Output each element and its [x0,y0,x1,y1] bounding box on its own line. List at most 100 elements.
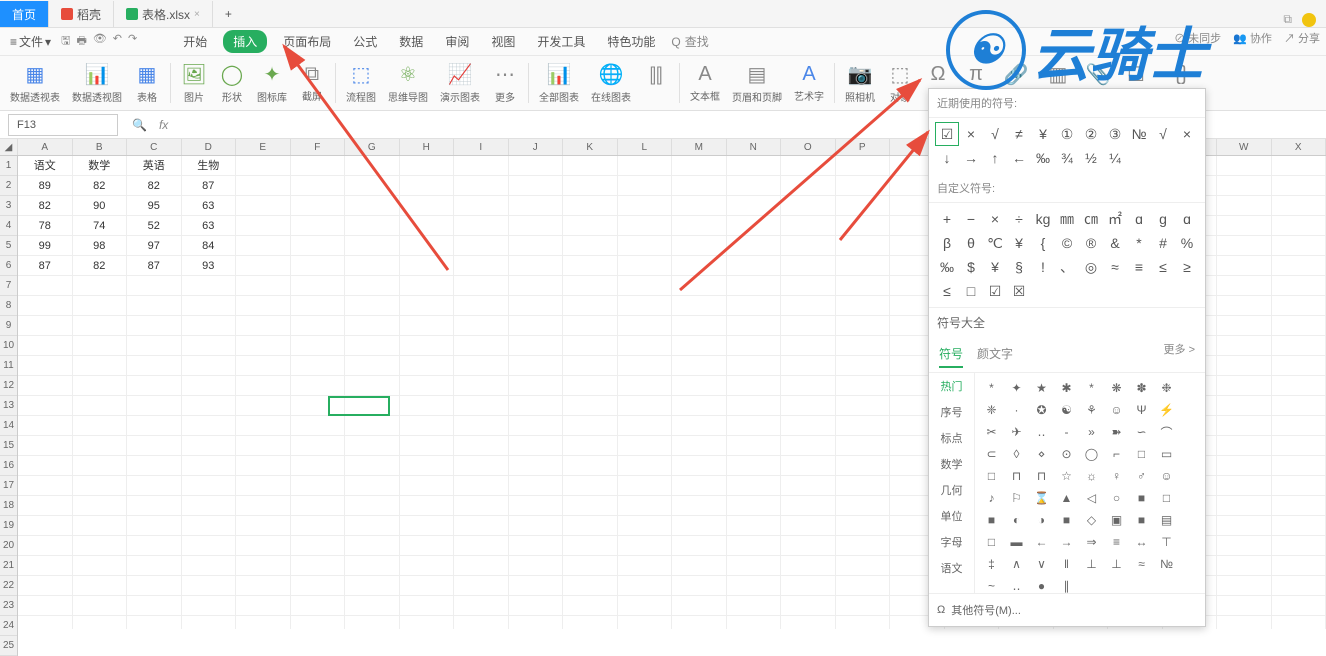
btn-camera[interactable]: 📷照相机 [841,60,879,106]
cell[interactable] [672,556,727,576]
custom-symbol[interactable]: ‰ [935,255,959,279]
cell[interactable] [727,436,782,456]
cell[interactable] [781,216,836,236]
cell[interactable] [454,296,509,316]
btn-screenshot[interactable]: ⧉截屏 [295,61,329,105]
row-header[interactable]: 18 [0,496,17,516]
cell[interactable] [18,416,73,436]
cell[interactable]: 95 [127,196,182,216]
cell[interactable] [182,416,237,436]
cell[interactable] [836,396,891,416]
cell[interactable] [236,216,291,236]
cell[interactable] [345,616,400,629]
cell[interactable] [454,216,509,236]
grid-symbol[interactable]: → [1054,531,1079,553]
cell[interactable] [1272,416,1326,436]
grid-symbol[interactable]: ☺ [1104,399,1129,421]
cell[interactable] [1272,616,1326,629]
grid-symbol[interactable]: ⌛ [1029,487,1054,509]
cell[interactable] [563,516,618,536]
grid-symbol[interactable]: ⊙ [1054,443,1079,465]
cell[interactable] [236,196,291,216]
cell[interactable] [291,456,346,476]
cell[interactable] [291,336,346,356]
grid-symbol[interactable]: ↔ [1129,531,1154,553]
sync-status[interactable]: ⊘ 未同步 [1174,30,1221,46]
menutab-formula[interactable]: 公式 [347,30,383,53]
cell[interactable] [836,376,891,396]
cell[interactable] [781,456,836,476]
cell[interactable] [73,436,128,456]
cell[interactable] [454,396,509,416]
cell[interactable] [182,536,237,556]
cell[interactable] [618,496,673,516]
cell[interactable] [1272,336,1326,356]
cell[interactable] [727,316,782,336]
cell[interactable] [454,156,509,176]
btn-shape[interactable]: ◯形状 [215,60,249,106]
cell[interactable] [618,436,673,456]
fx-icon[interactable]: fx [159,118,168,132]
cell[interactable] [781,276,836,296]
col-header[interactable]: L [618,139,673,155]
cell[interactable] [1272,536,1326,556]
cell[interactable] [400,616,455,629]
cell[interactable] [1217,476,1272,496]
cell[interactable] [672,496,727,516]
cell[interactable] [563,496,618,516]
grid-symbol[interactable]: ▤ [1154,509,1179,531]
cell[interactable] [672,336,727,356]
cell[interactable] [672,216,727,236]
row-header[interactable]: 2 [0,176,17,196]
cell[interactable] [836,576,891,596]
recent-symbol[interactable]: → [959,146,983,170]
cell[interactable]: 52 [127,216,182,236]
cell[interactable] [18,276,73,296]
cell[interactable] [672,276,727,296]
cell[interactable] [236,316,291,336]
cell[interactable] [781,296,836,316]
cell[interactable] [236,476,291,496]
qa-undo-icon[interactable]: ↶ [113,32,122,51]
cell[interactable] [182,396,237,416]
grid-symbol[interactable]: ✽ [1129,377,1154,399]
cell[interactable] [618,316,673,336]
cell[interactable] [182,496,237,516]
grid-symbol[interactable]: ■ [1054,509,1079,531]
cell[interactable] [236,376,291,396]
cell[interactable] [400,576,455,596]
cell[interactable] [563,296,618,316]
grid-symbol[interactable]: Ψ [1129,399,1154,421]
cell[interactable] [182,376,237,396]
cell[interactable]: 82 [18,196,73,216]
cell[interactable] [781,496,836,516]
cell[interactable] [345,496,400,516]
cell[interactable] [618,296,673,316]
cell[interactable] [1217,336,1272,356]
cell[interactable] [781,476,836,496]
cell[interactable] [345,416,400,436]
symbol-category[interactable]: 单位 [929,503,974,529]
custom-symbol[interactable]: ㎡ [1103,207,1127,231]
col-header[interactable]: A [18,139,73,155]
cell[interactable] [345,316,400,336]
cell[interactable]: 63 [182,216,237,236]
cell[interactable] [1217,576,1272,596]
cell[interactable] [73,476,128,496]
cell[interactable] [400,476,455,496]
cell[interactable] [672,536,727,556]
cell[interactable] [400,216,455,236]
cell[interactable] [1272,296,1326,316]
cell[interactable] [563,616,618,629]
cell[interactable] [727,356,782,376]
cell[interactable] [18,476,73,496]
recent-symbol[interactable]: ¥ [1031,122,1055,146]
cell[interactable] [781,596,836,616]
custom-symbol[interactable]: kg [1031,207,1055,231]
cell[interactable] [73,336,128,356]
cell[interactable] [509,196,564,216]
cell[interactable] [291,396,346,416]
cell[interactable] [18,356,73,376]
grid-symbol[interactable]: ∨ [1029,553,1054,575]
cell[interactable] [1217,536,1272,556]
